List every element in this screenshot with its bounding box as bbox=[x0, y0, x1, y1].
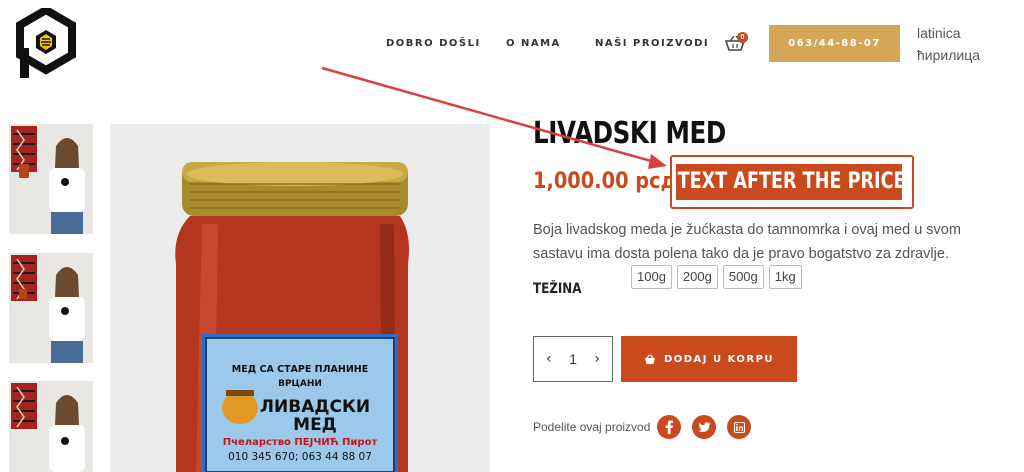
thumbnail-image bbox=[9, 253, 93, 363]
quantity-value[interactable]: 1 bbox=[569, 351, 577, 367]
cart-count-badge: 0 bbox=[737, 32, 748, 43]
price-note-text: TEXT AFTER THE PRICE bbox=[677, 169, 902, 194]
jar-label-maker: Пчеларство ПЕЈЧИЋ Пирот bbox=[223, 437, 378, 448]
weight-option-1kg[interactable]: 1kg bbox=[768, 265, 802, 289]
nav-dobro-dosli[interactable]: DOBRO DOŠLI bbox=[386, 38, 481, 49]
thumbnail-image bbox=[9, 381, 93, 472]
jar-label-phones: 010 345 670; 063 44 88 07 bbox=[228, 451, 372, 463]
share-twitter-button[interactable] bbox=[692, 415, 716, 439]
weight-option-200g[interactable]: 200g bbox=[676, 265, 718, 289]
product-thumbnail-1[interactable] bbox=[9, 124, 93, 234]
weight-label: TEŽINA bbox=[533, 281, 582, 297]
product-description: Boja livadskog meda je žućkasta do tamno… bbox=[533, 222, 961, 262]
weight-option-500g[interactable]: 500g bbox=[722, 265, 764, 289]
jar-label-top: МЕД СА СТАРЕ ПЛАНИНЕ bbox=[232, 364, 368, 375]
weight-option-100g[interactable]: 100g bbox=[631, 265, 672, 289]
linkedin-icon bbox=[733, 421, 745, 433]
product-main-image[interactable]: МЕД СА СТАРЕ ПЛАНИНЕ ВРЦАНИ ЛИВАДСКИ МЕД… bbox=[110, 124, 490, 472]
jar-label-name-1: ЛИВАДСКИ bbox=[260, 397, 370, 417]
jar-label-sub: ВРЦАНИ bbox=[278, 379, 322, 389]
lang-cyrillic-link[interactable]: ћирилица bbox=[917, 47, 980, 63]
share-label: Podelite ovaj proizvod bbox=[533, 420, 651, 434]
thumbnail-image bbox=[9, 124, 93, 234]
lang-latinica-link[interactable]: latinica bbox=[917, 25, 961, 41]
product-thumbnail-2[interactable] bbox=[9, 253, 93, 363]
nav-nasi-proizvodi[interactable]: NAŠI PROIZVODI bbox=[595, 38, 709, 49]
site-logo[interactable] bbox=[16, 5, 76, 78]
add-to-cart-label: DODAJ U KORPU bbox=[663, 353, 775, 365]
product-price: 1,000.00 рсд bbox=[533, 169, 677, 194]
share-linkedin-button[interactable] bbox=[727, 415, 751, 439]
share-facebook-button[interactable] bbox=[657, 415, 681, 439]
chevron-right-icon[interactable]: › bbox=[594, 351, 600, 367]
logo-icon bbox=[16, 5, 76, 78]
facebook-icon bbox=[665, 420, 673, 434]
quantity-stepper: ‹ 1 › bbox=[533, 336, 613, 382]
add-to-cart-button[interactable]: DODAJ U KORPU bbox=[621, 336, 797, 382]
weight-options: 100g 200g 500g 1kg bbox=[631, 265, 802, 289]
product-title: LIVADSKI MED bbox=[533, 116, 726, 151]
honey-jar-image: МЕД СА СТАРЕ ПЛАНИНЕ ВРЦАНИ ЛИВАДСКИ МЕД… bbox=[110, 124, 490, 472]
jar-label-name-2: МЕД bbox=[293, 415, 337, 435]
twitter-icon bbox=[697, 421, 711, 432]
nav-o-nama[interactable]: O NAMA bbox=[506, 38, 561, 49]
product-thumbnail-3[interactable] bbox=[9, 381, 93, 472]
basket-icon bbox=[644, 353, 655, 364]
chevron-left-icon[interactable]: ‹ bbox=[546, 351, 552, 367]
phone-button[interactable]: 063/44-88-07 bbox=[769, 25, 900, 62]
price-note: TEXT AFTER THE PRICE bbox=[676, 164, 902, 200]
